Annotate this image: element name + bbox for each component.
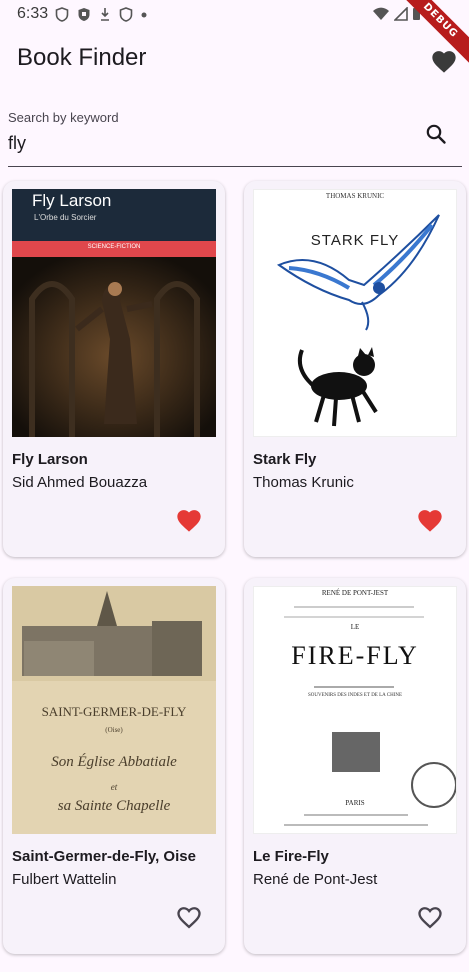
cover-city-text: PARIS [345,799,365,807]
book-card[interactable]: Fly Larson L'Orbe du Sorcier SCIENCE-FIC… [3,181,225,557]
status-bar: 6:33 [0,0,469,30]
cover-script-line1: Son Église Abbatiale [51,754,177,770]
cover-sub-text: (Oise) [105,726,123,734]
heart-outline-icon[interactable] [416,904,444,930]
shield-outline-icon [55,7,69,22]
dot-icon [141,12,147,17]
cover-top-text: RENÉ DE PONT-JEST [321,589,389,597]
cover-header-subtitle: L'Orbe du Sorcier [34,213,97,222]
book-cover-image: SAINT-GERMER-DE-FLY (Oise) Son Église Ab… [12,586,216,834]
search-icon[interactable] [424,122,448,146]
book-title: Fly Larson [12,451,88,468]
status-time: 6:33 [17,5,49,22]
heart-outline-icon[interactable] [175,904,203,930]
book-cover-image: RENÉ DE PONT-JEST LE FIRE-FLY SOUVENIRS … [253,586,457,834]
book-card[interactable]: SAINT-GERMER-DE-FLY (Oise) Son Église Ab… [3,578,225,954]
search-field[interactable]: Search by keyword [8,108,462,167]
book-title: Le Fire-Fly [253,848,329,865]
heart-filled-icon[interactable] [416,507,444,533]
cover-title-text: SAINT-GERMER-DE-FLY [41,704,187,719]
cover-sub-text: SOUVENIRS DES INDES ET DE LA CHINE [307,693,403,698]
book-cover-image: THOMAS KRUNIC STARK FLY [253,189,457,437]
shield-filled-icon [78,8,90,21]
cover-top-text: THOMAS KRUNIC [325,192,385,200]
book-author: Thomas Krunic [253,474,354,491]
favorites-heart-icon[interactable] [430,48,458,74]
cover-header-title: Fly Larson [32,191,112,210]
cover-script-line3: sa Sainte Chapelle [57,798,171,814]
book-title: Stark Fly [253,451,317,468]
status-notification-icons [55,7,147,22]
cover-title-text: STARK FLY [310,232,400,249]
signal-icon [394,6,408,21]
book-author: Fulbert Wattelin [12,871,117,888]
cover-band-text: SCIENCE-FICTION [87,244,141,250]
wifi-icon [373,7,389,20]
book-card[interactable]: THOMAS KRUNIC STARK FLY Stark Fly Thomas… [244,181,466,557]
book-cover-image: Fly Larson L'Orbe du Sorcier SCIENCE-FIC… [12,189,216,437]
book-author: Sid Ahmed Bouazza [12,474,148,491]
shield-outline-icon-2 [119,7,133,22]
search-label: Search by keyword [8,110,119,125]
cover-le-text: LE [350,623,360,631]
heart-filled-icon[interactable] [175,507,203,533]
search-input[interactable] [8,130,408,156]
book-title: Saint-Germer-de-Fly, Oise [12,848,196,865]
book-card[interactable]: RENÉ DE PONT-JEST LE FIRE-FLY SOUVENIRS … [244,578,466,954]
usb-download-icon [101,8,109,21]
book-author: René de Pont-Jest [253,871,378,888]
cover-title-text: FIRE-FLY [291,641,419,670]
page-title: Book Finder [17,44,147,71]
cover-script-line2: et [110,782,118,792]
